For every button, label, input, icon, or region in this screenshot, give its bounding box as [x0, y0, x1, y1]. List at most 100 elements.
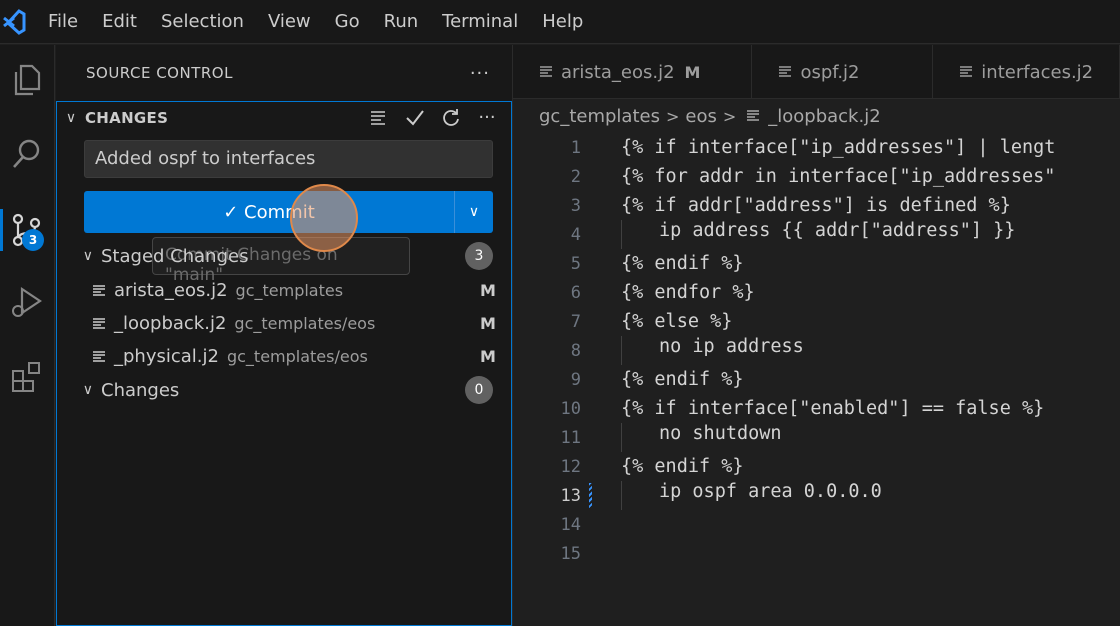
breadcrumb: gc_templates > eos > _loopback.j2: [513, 99, 1120, 133]
menu-go[interactable]: Go: [323, 0, 372, 44]
code-editor[interactable]: 1 {% if interface["ip_addresses"] | lengt…: [513, 133, 1120, 568]
code-text: {% endfor %}: [621, 282, 755, 303]
menu-view[interactable]: View: [256, 0, 323, 44]
file-path: gc_templates/eos: [234, 314, 376, 333]
code-line[interactable]: 2 {% for addr in interface["ip_addresses": [513, 162, 1120, 191]
code-line[interactable]: 1 {% if interface["ip_addresses"] | lengt: [513, 133, 1120, 162]
line-number: 5: [570, 253, 581, 274]
code-line[interactable]: 14: [513, 510, 1120, 539]
menu-edit[interactable]: Edit: [90, 0, 149, 44]
refresh-icon[interactable]: [433, 102, 469, 134]
line-number: 6: [570, 282, 581, 303]
code-line[interactable]: 7 {% else %}: [513, 307, 1120, 336]
chevron-right-icon: >: [722, 106, 737, 126]
more-icon[interactable]: ···: [469, 102, 505, 134]
changes-section-header[interactable]: ∨ CHANGES ···: [56, 101, 512, 133]
gutter: [581, 539, 621, 568]
code-line[interactable]: 13 ip ospf area 0.0.0.0: [513, 481, 1120, 510]
editor-tabs: arista_eos.j2 M ospf.j2 interfaces.j2: [513, 45, 1120, 99]
menu-terminal[interactable]: Terminal: [430, 0, 530, 44]
commit-check-icon[interactable]: [397, 102, 433, 134]
tab-interfaces[interactable]: interfaces.j2: [933, 45, 1120, 99]
code-line[interactable]: 10 {% if interface["enabled"] == false %}: [513, 394, 1120, 423]
breadcrumb-item[interactable]: _loopback.j2: [768, 106, 880, 127]
line-number: 4: [570, 224, 581, 245]
line-number: 2: [570, 166, 581, 187]
line-number: 15: [560, 543, 581, 564]
gutter: [581, 336, 621, 365]
indent-guide: [621, 336, 659, 365]
code-line[interactable]: 11 no shutdown: [513, 423, 1120, 452]
code-line[interactable]: 4 ip address {{ addr["address"] }}: [513, 220, 1120, 249]
code-text: {% if addr["address"] is defined %}: [621, 195, 1011, 216]
view-as-tree-icon[interactable]: [361, 102, 397, 134]
search-icon[interactable]: [0, 127, 54, 181]
gutter: [581, 365, 621, 394]
file-lines-icon: [539, 65, 553, 79]
tab-arista-eos[interactable]: arista_eos.j2 M: [513, 45, 753, 99]
menu-bar: File Edit Selection View Go Run Terminal…: [0, 0, 1120, 44]
line-number: 14: [560, 514, 581, 535]
line-number: 7: [570, 311, 581, 332]
source-control-icon[interactable]: 3: [0, 203, 54, 257]
code-line[interactable]: 12 {% endif %}: [513, 452, 1120, 481]
file-lines-icon: [959, 65, 973, 79]
breadcrumb-item[interactable]: eos: [685, 106, 716, 127]
file-lines-icon: [56, 284, 114, 298]
gutter: [581, 510, 621, 539]
file-lines-icon: [56, 317, 114, 331]
gutter: [581, 423, 621, 452]
file-name: _physical.j2: [114, 346, 219, 367]
commit-message-input[interactable]: Added ospf to interfaces: [84, 140, 493, 178]
tab-label: ospf.j2: [800, 61, 860, 83]
code-text: {% endif %}: [621, 456, 744, 477]
gutter: [581, 133, 621, 162]
code-line[interactable]: 9 {% endif %}: [513, 365, 1120, 394]
gutter: [581, 307, 621, 336]
code-line[interactable]: 8 no ip address: [513, 336, 1120, 365]
tab-ospf[interactable]: ospf.j2: [752, 45, 934, 99]
gutter: [581, 452, 621, 481]
more-actions-icon[interactable]: ···: [470, 63, 490, 84]
code-text: ip ospf area 0.0.0.0: [621, 481, 882, 510]
menu-run[interactable]: Run: [372, 0, 431, 44]
code-line[interactable]: 6 {% endfor %}: [513, 278, 1120, 307]
tab-modified-status: M: [684, 62, 701, 82]
line-number: 3: [570, 195, 581, 216]
extensions-icon[interactable]: [0, 349, 54, 403]
commit-button-label[interactable]: ✓ Commit: [84, 191, 455, 233]
chevron-down-icon: ∨: [82, 248, 93, 264]
sidebar-title: SOURCE CONTROL: [86, 64, 233, 82]
changes-group[interactable]: ∨ Changes 0: [56, 373, 512, 407]
activity-bar: 3: [0, 45, 55, 626]
commit-dropdown-icon[interactable]: ∨: [455, 191, 493, 233]
code-line[interactable]: 3 {% if addr["address"] is defined %}: [513, 191, 1120, 220]
file-name: arista_eos.j2: [114, 280, 228, 301]
line-number: 12: [560, 456, 581, 477]
changes-count-badge: 0: [465, 376, 493, 404]
explorer-icon[interactable]: [0, 53, 54, 107]
list-item[interactable]: _physical.j2 gc_templates/eos M: [56, 340, 512, 373]
staged-changes-group[interactable]: ∨ Staged Changes 3: [56, 239, 512, 273]
file-lines-icon: [56, 350, 114, 364]
run-debug-icon[interactable]: [0, 275, 54, 329]
list-item[interactable]: arista_eos.j2 gc_templates M: [56, 274, 512, 307]
menu-file[interactable]: File: [44, 0, 90, 44]
click-indicator: [290, 184, 358, 252]
line-number: 9: [570, 369, 581, 390]
menu-help[interactable]: Help: [530, 0, 595, 44]
chevron-down-icon: ∨: [65, 109, 77, 126]
code-line[interactable]: 5 {% endif %}: [513, 249, 1120, 278]
indent-guide: [621, 423, 659, 452]
line-number: 10: [560, 398, 581, 419]
line-number: 11: [560, 427, 581, 448]
line-number: 8: [570, 340, 581, 361]
code-text: {% if interface["enabled"] == false %}: [621, 398, 1045, 419]
breadcrumb-item[interactable]: gc_templates: [539, 106, 660, 127]
list-item[interactable]: _loopback.j2 gc_templates/eos M: [56, 307, 512, 340]
sidebar-header: SOURCE CONTROL ···: [56, 45, 512, 101]
changes-label: Changes: [101, 379, 180, 401]
menu-selection[interactable]: Selection: [149, 0, 256, 44]
commit-button[interactable]: ✓ Commit ∨: [84, 191, 493, 233]
code-line[interactable]: 15: [513, 539, 1120, 568]
